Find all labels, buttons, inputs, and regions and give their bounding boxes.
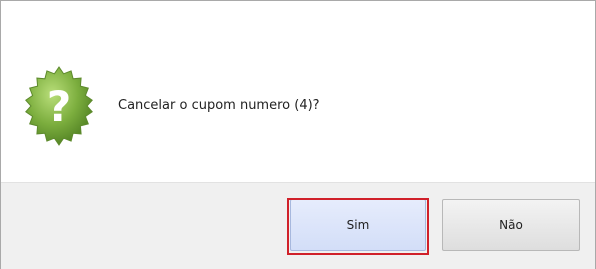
dialog-message: Cancelar o cupom numero (4)? (118, 98, 320, 113)
dialog-content: ? Cancelar o cupom numero (4)? (1, 1, 595, 182)
question-seal-icon: ? (18, 65, 100, 147)
confirm-dialog: ? Cancelar o cupom numero (4)? Sim Não (0, 0, 596, 269)
svg-text:?: ? (47, 82, 71, 131)
yes-button[interactable]: Sim (290, 199, 426, 251)
dialog-footer: Sim Não (1, 182, 595, 269)
no-button-label: Não (499, 218, 523, 232)
yes-button-label: Sim (346, 218, 370, 232)
no-button[interactable]: Não (442, 199, 580, 251)
